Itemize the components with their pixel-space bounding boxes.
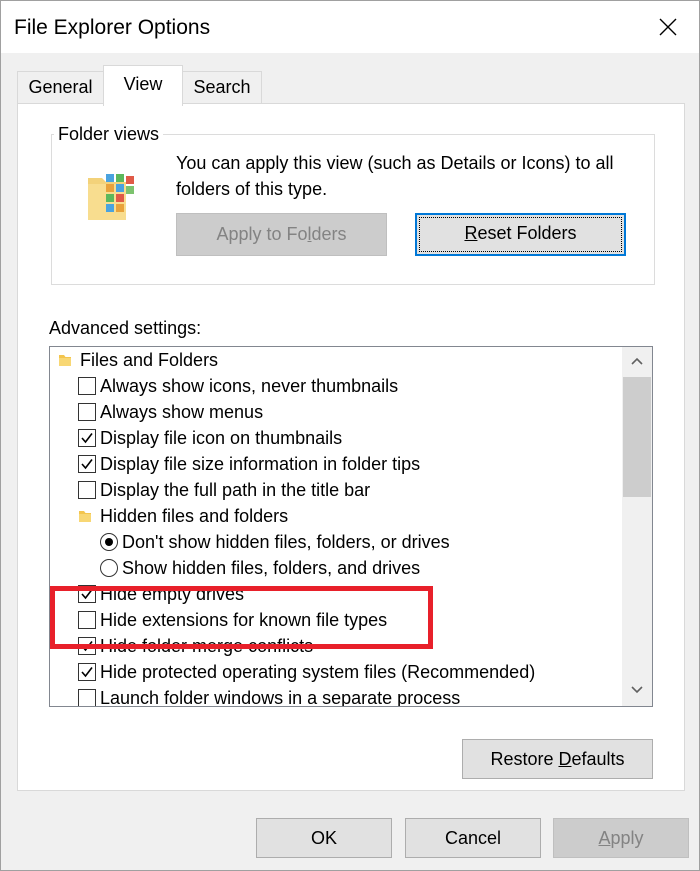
focus-ring bbox=[419, 217, 622, 252]
advanced-settings-tree[interactable]: Files and Folders Always show icons, neve… bbox=[49, 346, 653, 707]
tree-item-label: Display file size information in folder … bbox=[100, 454, 421, 474]
file-explorer-options-dialog: File Explorer Options General View Searc… bbox=[0, 0, 700, 871]
chevron-up-icon bbox=[631, 357, 643, 365]
checkbox[interactable] bbox=[78, 377, 96, 395]
tree-checkbox-item[interactable]: Always show menus bbox=[50, 399, 620, 425]
vertical-scrollbar[interactable] bbox=[622, 347, 652, 706]
ok-button[interactable]: OK bbox=[256, 818, 392, 858]
tab-general[interactable]: General bbox=[17, 71, 104, 103]
folder-icon bbox=[79, 511, 91, 522]
radio-button[interactable] bbox=[100, 533, 118, 551]
tree-item-label: Hide protected operating system files (R… bbox=[100, 662, 536, 682]
folder-views-label: Folder views bbox=[54, 124, 164, 145]
tree-item-label: Files and Folders bbox=[80, 350, 219, 370]
checkbox[interactable] bbox=[78, 481, 96, 499]
tree-item-label: Launch folder windows in a separate proc… bbox=[100, 688, 461, 707]
window-title: File Explorer Options bbox=[14, 16, 211, 39]
tree-checkbox-item[interactable]: Always show icons, never thumbnails bbox=[50, 373, 620, 399]
tree-item-label: Don't show hidden files, folders, or dri… bbox=[122, 532, 450, 552]
folder-views-icon bbox=[88, 174, 134, 220]
apply-to-folders-button[interactable]: Apply to Folders bbox=[176, 213, 387, 256]
checkbox[interactable] bbox=[78, 663, 96, 681]
scroll-down-button[interactable] bbox=[622, 676, 652, 706]
checkmark-icon bbox=[81, 459, 93, 470]
tree-item-label: Display file icon on thumbnails bbox=[100, 428, 343, 448]
advanced-settings-label: Advanced settings: bbox=[49, 318, 202, 338]
scroll-up-button[interactable] bbox=[622, 347, 652, 377]
highlight-annotation bbox=[50, 586, 433, 649]
close-icon bbox=[659, 18, 677, 36]
tree-checkbox-item[interactable]: Display file icon on thumbnails bbox=[50, 425, 620, 451]
apply-button[interactable]: Apply bbox=[553, 818, 689, 858]
chevron-down-icon bbox=[631, 686, 643, 694]
close-button[interactable] bbox=[637, 1, 699, 53]
tree-item-label: Always show menus bbox=[100, 402, 264, 422]
tree-checkbox-item[interactable]: Launch folder windows in a separate proc… bbox=[50, 685, 620, 707]
tree-checkbox-item[interactable]: Display file size information in folder … bbox=[50, 451, 620, 477]
checkbox[interactable] bbox=[78, 689, 96, 706]
reset-folders-button[interactable]: Reset Folders bbox=[415, 213, 626, 256]
title-bar[interactable]: File Explorer Options bbox=[1, 1, 699, 53]
tree-checkbox-item[interactable]: Hide protected operating system files (R… bbox=[50, 659, 620, 685]
cancel-button[interactable]: Cancel bbox=[405, 818, 541, 858]
tree-item-label: Show hidden files, folders, and drives bbox=[122, 558, 421, 578]
tree-folder-node[interactable]: Hidden files and folders bbox=[50, 503, 620, 529]
checkbox[interactable] bbox=[78, 403, 96, 421]
checkmark-icon bbox=[81, 433, 93, 444]
radio-button[interactable] bbox=[100, 559, 118, 577]
checkbox[interactable] bbox=[78, 455, 96, 473]
tree-radio-item[interactable]: Don't show hidden files, folders, or dri… bbox=[50, 529, 620, 555]
radio-selected-dot bbox=[105, 538, 113, 546]
tree-folder-node[interactable]: Files and Folders bbox=[50, 347, 620, 373]
checkmark-icon bbox=[81, 667, 93, 678]
restore-defaults-button[interactable]: Restore Defaults bbox=[462, 739, 653, 779]
folder-views-description: You can apply this view (such as Details… bbox=[176, 153, 614, 199]
tree-item-label: Always show icons, never thumbnails bbox=[100, 376, 399, 396]
tree-item-label: Display the full path in the title bar bbox=[100, 480, 371, 500]
tab-view[interactable]: View bbox=[103, 65, 183, 106]
checkbox[interactable] bbox=[78, 429, 96, 447]
view-tab-panel: Folder views You can apply this view (su… bbox=[17, 103, 685, 791]
tree-checkbox-item[interactable]: Display the full path in the title bar bbox=[50, 477, 620, 503]
tab-search[interactable]: Search bbox=[182, 71, 262, 103]
scroll-thumb[interactable] bbox=[623, 377, 651, 497]
tree-radio-item[interactable]: Show hidden files, folders, and drives bbox=[50, 555, 620, 581]
tree-item-label: Hidden files and folders bbox=[100, 506, 289, 526]
folder-icon bbox=[59, 355, 71, 366]
